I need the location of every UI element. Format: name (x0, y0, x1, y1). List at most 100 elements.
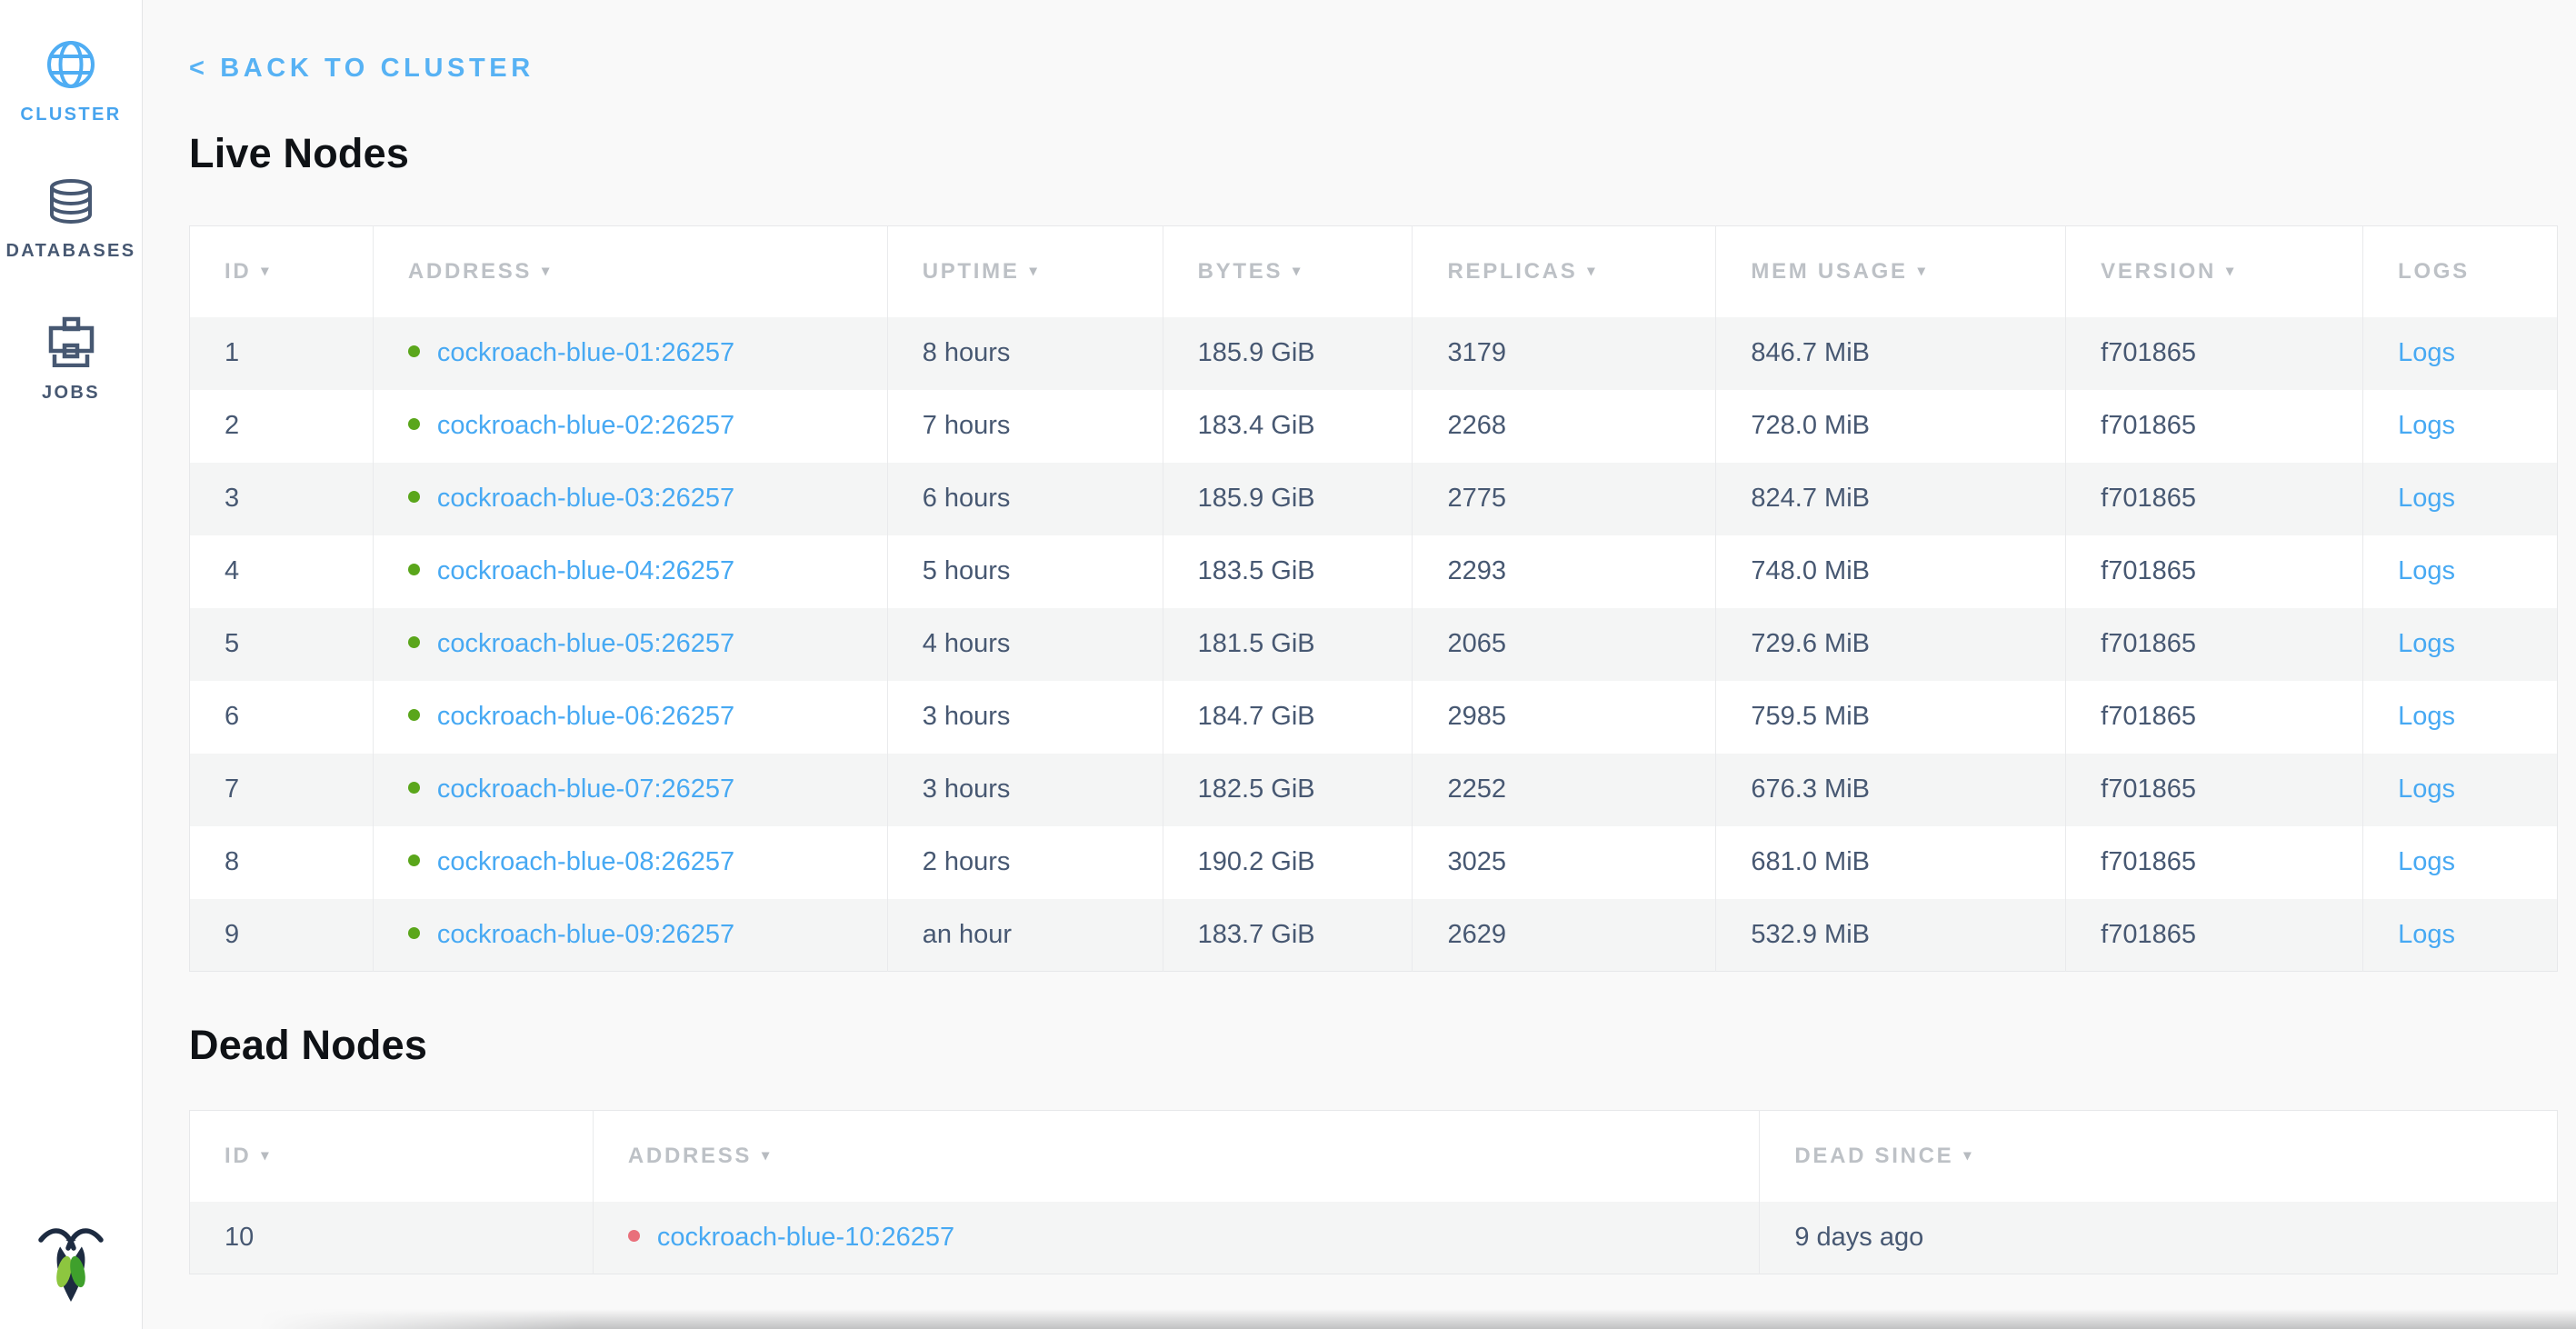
cell-mem_usage: 824.7 MiB (1716, 463, 2066, 535)
column-header-mem-usage[interactable]: MEM USAGE ▾ (1716, 226, 2066, 317)
column-header-uptime[interactable]: UPTIME▾ (887, 226, 1163, 317)
logs-link[interactable]: Logs (2398, 774, 2455, 804)
live-nodes-title: Live Nodes (189, 131, 2558, 176)
cell-address: cockroach-blue-06:26257 (373, 681, 887, 754)
cell-bytes: 190.2 GiB (1163, 826, 1413, 899)
cell-uptime: 3 hours (887, 754, 1163, 826)
cell-mem_usage: 759.5 MiB (1716, 681, 2066, 754)
table-row: 9cockroach-blue-09:26257an hour183.7 GiB… (190, 899, 2558, 972)
cell-mem_usage: 532.9 MiB (1716, 899, 2066, 972)
column-header-address[interactable]: ADDRESS▾ (593, 1111, 1759, 1202)
logs-link[interactable]: Logs (2398, 702, 2455, 731)
cell-dead_since: 9 days ago (1760, 1202, 2558, 1274)
sidebar-item-label: JOBS (42, 383, 100, 404)
column-header-logs: LOGS (2363, 226, 2558, 317)
cell-logs: Logs (2363, 608, 2558, 681)
node-address-link[interactable]: cockroach-blue-04:26257 (437, 556, 734, 585)
table-header-row: ID▾ADDRESS▾UPTIME▾BYTES▾REPLICAS▾MEM USA… (190, 226, 2558, 317)
cell-bytes: 182.5 GiB (1163, 754, 1413, 826)
sort-arrow-icon: ▾ (1293, 264, 1303, 279)
cell-id: 2 (190, 390, 374, 463)
back-to-cluster-link[interactable]: < BACK TO CLUSTER (189, 53, 534, 84)
cell-uptime: 8 hours (887, 317, 1163, 390)
column-header-id[interactable]: ID▾ (190, 1111, 594, 1202)
cell-mem_usage: 846.7 MiB (1716, 317, 2066, 390)
column-header-version[interactable]: VERSION▾ (2066, 226, 2363, 317)
logs-link[interactable]: Logs (2398, 411, 2455, 440)
sort-arrow-icon: ▾ (2226, 264, 2236, 279)
node-address-link[interactable]: cockroach-blue-06:26257 (437, 702, 734, 731)
cell-address: cockroach-blue-09:26257 (373, 899, 887, 972)
cell-uptime: 6 hours (887, 463, 1163, 535)
node-status-dot (408, 636, 420, 648)
column-header-id[interactable]: ID▾ (190, 226, 374, 317)
cockroachdb-logo-icon[interactable] (34, 1220, 108, 1304)
logs-link[interactable]: Logs (2398, 629, 2455, 658)
cell-logs: Logs (2363, 754, 2558, 826)
cell-version: f701865 (2066, 390, 2363, 463)
cell-id: 9 (190, 899, 374, 972)
column-header-label: UPTIME (923, 259, 1020, 284)
logs-link[interactable]: Logs (2398, 338, 2455, 367)
node-address-link[interactable]: cockroach-blue-01:26257 (437, 338, 734, 367)
column-header-label: MEM USAGE (1751, 259, 1907, 284)
node-status-dot (408, 564, 420, 575)
cell-uptime: 7 hours (887, 390, 1163, 463)
logs-link[interactable]: Logs (2398, 847, 2455, 876)
cell-id: 8 (190, 826, 374, 899)
node-status-dot (408, 782, 420, 794)
column-header-dead-since[interactable]: DEAD SINCE ▾ (1760, 1111, 2558, 1202)
node-address-link[interactable]: cockroach-blue-05:26257 (437, 629, 734, 658)
logs-link[interactable]: Logs (2398, 920, 2455, 949)
dead-nodes-title: Dead Nodes (189, 1023, 2558, 1068)
table-row: 5cockroach-blue-05:262574 hours181.5 GiB… (190, 608, 2558, 681)
sidebar-item-cluster[interactable]: CLUSTER (20, 40, 121, 125)
sidebar-item-label: CLUSTER (20, 105, 121, 125)
table-row: 4cockroach-blue-04:262575 hours183.5 GiB… (190, 535, 2558, 608)
cell-uptime: an hour (887, 899, 1163, 972)
databases-icon (46, 178, 95, 225)
sort-arrow-icon: ▾ (261, 1148, 271, 1164)
column-header-label: LOGS (2398, 259, 2470, 284)
logs-link[interactable]: Logs (2398, 484, 2455, 513)
sort-arrow-icon: ▾ (1918, 264, 1928, 279)
cell-replicas: 2268 (1413, 390, 1716, 463)
node-address-link[interactable]: cockroach-blue-07:26257 (437, 774, 734, 804)
column-header-replicas[interactable]: REPLICAS▾ (1413, 226, 1716, 317)
cell-mem_usage: 748.0 MiB (1716, 535, 2066, 608)
cell-version: f701865 (2066, 608, 2363, 681)
cell-replicas: 2985 (1413, 681, 1716, 754)
sidebar-item-databases[interactable]: DATABASES (5, 178, 135, 262)
cell-address: cockroach-blue-10:26257 (593, 1202, 1759, 1274)
node-address-link[interactable]: cockroach-blue-02:26257 (437, 411, 734, 440)
node-address-link[interactable]: cockroach-blue-08:26257 (437, 847, 734, 876)
cell-uptime: 4 hours (887, 608, 1163, 681)
table-row: 6 cockroach-blue-06:26257 3 hours184.7 GiB… (190, 681, 2558, 754)
logs-link[interactable]: Logs (2398, 556, 2455, 585)
node-address-link[interactable]: cockroach-blue-09:26257 (437, 920, 734, 949)
sort-arrow-icon: ▾ (542, 264, 552, 279)
cell-uptime: 3 hours (887, 681, 1163, 754)
column-header-bytes[interactable]: BYTES▾ (1163, 226, 1413, 317)
cell-mem_usage: 681.0 MiB (1716, 826, 2066, 899)
cell-bytes: 184.7 GiB (1163, 681, 1413, 754)
column-header-address[interactable]: ADDRESS▾ (373, 226, 887, 317)
cockroachdb-admin-ui: CLUSTER DATABASES (0, 0, 2576, 1329)
node-status-dot (628, 1230, 640, 1242)
node-status-dot (408, 927, 420, 939)
sidebar-item-jobs[interactable]: JOBS (42, 315, 100, 404)
node-address-link[interactable]: cockroach-blue-10:26257 (657, 1223, 954, 1252)
cell-logs: Logs (2363, 463, 2558, 535)
cell-id: 6 (190, 681, 374, 754)
cell-id: 7 (190, 754, 374, 826)
column-header-label: DEAD SINCE (1794, 1144, 1953, 1168)
table-row: 1cockroach-blue-01:262578 hours185.9 GiB… (190, 317, 2558, 390)
cell-id: 4 (190, 535, 374, 608)
cell-logs: Logs (2363, 390, 2558, 463)
cell-replicas: 2293 (1413, 535, 1716, 608)
cell-id: 10 (190, 1202, 594, 1274)
node-address-link[interactable]: cockroach-blue-03:26257 (437, 484, 734, 513)
globe-icon (46, 40, 95, 89)
cell-version: f701865 (2066, 826, 2363, 899)
sort-arrow-icon: ▾ (1963, 1148, 1973, 1164)
